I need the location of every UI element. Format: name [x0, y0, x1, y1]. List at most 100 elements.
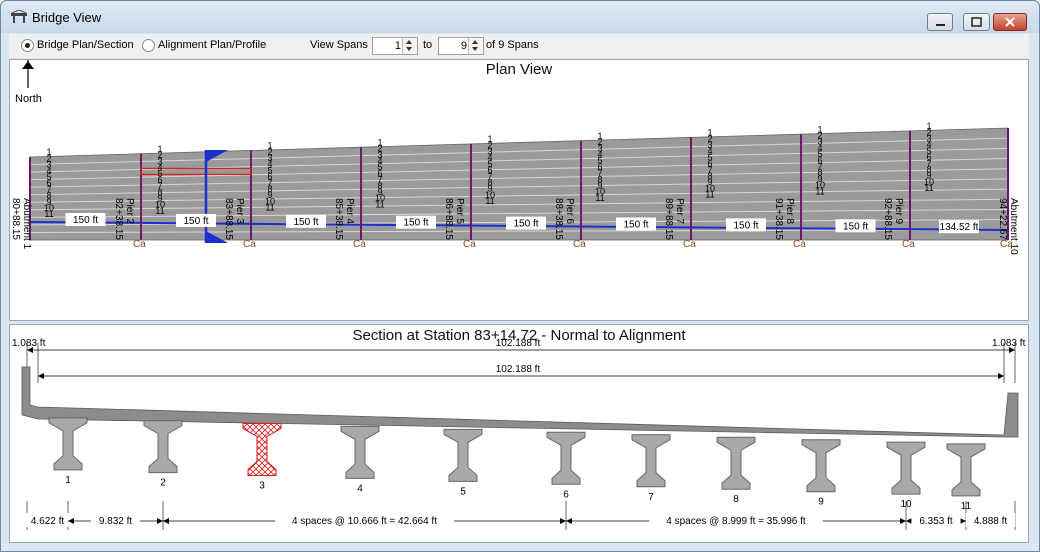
girder-shape[interactable]	[716, 436, 756, 490]
of-spans-label: of 9 Spans	[486, 39, 539, 51]
north-label: North	[15, 93, 42, 105]
span-length: 150 ft	[843, 221, 868, 232]
girder-shape[interactable]	[242, 422, 282, 476]
overhang-left-label: 1.083 ft	[12, 338, 46, 349]
girder-shape[interactable]	[48, 417, 88, 471]
girder-shape[interactable]	[631, 434, 671, 488]
girder-shape[interactable]	[886, 441, 926, 495]
ca-label: Ca	[683, 239, 696, 250]
girder-number: 11	[375, 199, 384, 209]
girder-shape[interactable]	[443, 428, 483, 482]
bridge-app-icon	[11, 10, 27, 23]
ca-label: Ca	[353, 239, 366, 250]
girder-label: 9	[818, 497, 824, 508]
dim-arrow-icon	[960, 518, 966, 524]
support-name: Abutment 1	[21, 198, 32, 250]
bridge-plan-section-label[interactable]: Bridge Plan/Section	[37, 39, 134, 51]
support-station: 83+88.15	[223, 198, 234, 240]
span-length: 150 ft	[73, 215, 98, 226]
girder-shape[interactable]	[801, 439, 841, 493]
support-name: Pier 3	[234, 198, 245, 225]
dim-arrow-icon	[560, 518, 566, 524]
alignment-plan-profile-radio[interactable]	[142, 39, 155, 52]
to-label: to	[423, 39, 433, 51]
plan-view-panel[interactable]: Plan View North Abutment 1 80+88.15 1 2 3 4 5 6…	[9, 59, 1029, 321]
up-arrow-icon[interactable]	[472, 40, 478, 44]
dim-arrow-icon	[163, 518, 169, 524]
girder-number: 11	[595, 193, 604, 203]
girder-label: 8	[733, 494, 739, 505]
span-to-arrows[interactable]	[468, 38, 483, 54]
view-spans-label: View Spans	[310, 39, 368, 51]
span-from-value[interactable]: 1	[395, 40, 401, 52]
girder-number: 11	[44, 209, 53, 219]
girder-shape[interactable]	[546, 431, 586, 485]
span-length: 150 ft	[183, 216, 208, 227]
bottom-dimensions: 4.622 ft 9.832 ft 4 spaces @ 10.666 ft = 4…	[22, 501, 1016, 530]
girder-label: 6	[563, 489, 569, 500]
girder-shape[interactable]	[143, 420, 183, 474]
span-length: 150 ft	[513, 219, 538, 230]
span-from-stepper[interactable]: 1	[372, 37, 418, 55]
girder-shape[interactable]	[340, 425, 380, 479]
girder-shape[interactable]	[946, 443, 986, 497]
down-arrow-icon[interactable]	[406, 47, 412, 51]
girder-label: 1	[65, 475, 71, 486]
down-arrow-icon[interactable]	[472, 47, 478, 51]
bridge-plan-section-radio[interactable]	[21, 39, 34, 52]
bottom-dim-label: 9.832 ft	[99, 516, 133, 527]
alignment-plan-profile-label[interactable]: Alignment Plan/Profile	[158, 39, 266, 51]
support-station: 88+38.15	[553, 198, 564, 240]
girder-number: 11	[265, 203, 274, 213]
dim-arrow-icon	[906, 518, 912, 524]
section-view-canvas[interactable]: 1.083 ft 1.083 ft 102.188 ft 102.188 ft 1 2 3…	[10, 325, 1028, 542]
dim-arrow-icon	[38, 373, 44, 379]
close-button[interactable]	[993, 13, 1027, 31]
bridge-view-window: Bridge View Bridge Plan/Section Alignmen…	[0, 0, 1040, 552]
top-dimensions: 1.083 ft 1.083 ft 102.188 ft 102.188 ft	[12, 338, 1026, 383]
span-from-arrows[interactable]	[402, 38, 417, 54]
support-station: 80+88.15	[10, 198, 21, 240]
support-station: 85+38.15	[333, 198, 344, 240]
title-bar[interactable]: Bridge View	[1, 1, 1039, 33]
support-station: 94+22.67	[997, 198, 1008, 240]
span-length: 150 ft	[403, 218, 428, 229]
dim-arrow-icon	[900, 518, 906, 524]
girder-number: 11	[705, 190, 714, 200]
support-name: Pier 8	[784, 198, 795, 225]
span-to-stepper[interactable]: 9	[438, 37, 484, 55]
up-arrow-icon[interactable]	[406, 40, 412, 44]
girder-number: 11	[924, 183, 933, 193]
girder-number: 11	[485, 196, 494, 206]
span-length: 150 ft	[623, 220, 648, 231]
maximize-icon	[971, 17, 982, 27]
overall-width-top-label: 102.188 ft	[496, 338, 541, 349]
window-title: Bridge View	[32, 10, 102, 25]
overhang-right-label: 1.083 ft	[992, 338, 1026, 349]
ca-label: Ca	[902, 239, 915, 250]
section-view-panel[interactable]: Section at Station 83+14.72 - Normal to …	[9, 324, 1029, 543]
minimize-icon	[936, 24, 945, 26]
close-icon	[1005, 17, 1015, 27]
girder-label: 5	[460, 486, 466, 497]
support-name: Pier 9	[893, 198, 904, 225]
maximize-button[interactable]	[963, 13, 990, 31]
support-name: Pier 6	[564, 198, 575, 225]
ca-label: Ca	[573, 239, 586, 250]
dim-arrow-icon	[157, 518, 163, 524]
support-name: Pier 5	[454, 198, 465, 225]
span-to-value[interactable]: 9	[461, 40, 467, 52]
girder-label: 4	[357, 483, 363, 494]
overall-width-label: 102.188 ft	[496, 364, 541, 375]
span-length: 134.52 ft	[940, 222, 979, 233]
girder-label: 7	[648, 492, 654, 503]
support-name: Pier 4	[344, 198, 355, 225]
plan-view-canvas[interactable]: North Abutment 180+88.151234567891011 Pie…	[10, 60, 1028, 320]
support-station: 91+38.15	[773, 198, 784, 240]
view-toolbar: Bridge Plan/Section Alignment Plan/Profi…	[9, 34, 1029, 58]
support-station: 86+88.15	[443, 198, 454, 240]
minimize-button[interactable]	[927, 13, 953, 31]
ca-label: Ca	[243, 239, 256, 250]
girder-label: 3	[259, 480, 265, 491]
ca-label: Ca	[793, 239, 806, 250]
